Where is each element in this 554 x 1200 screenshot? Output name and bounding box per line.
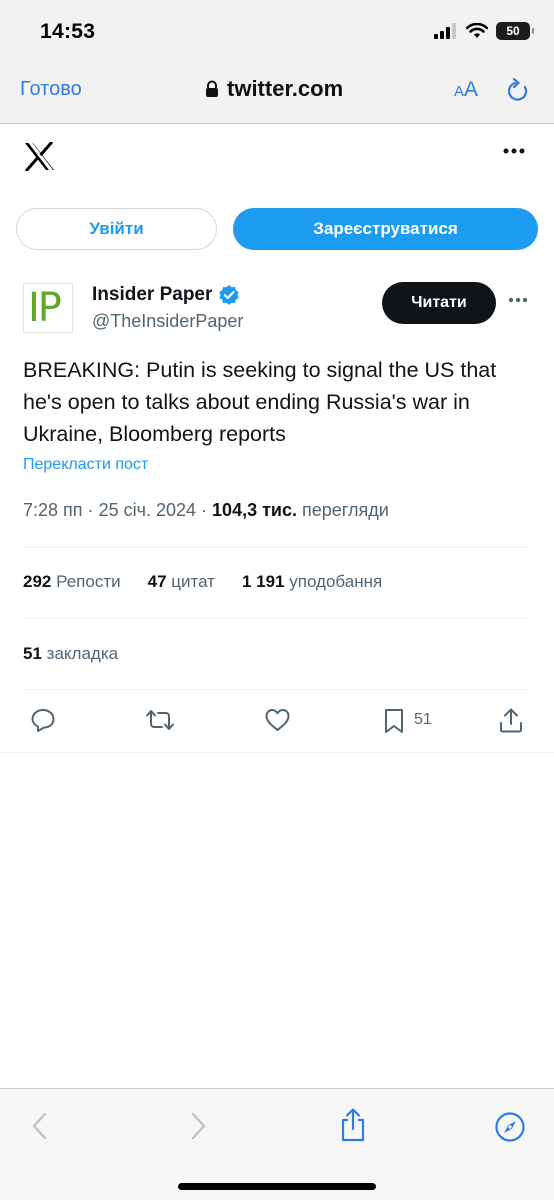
quotes-count: 47 bbox=[147, 572, 167, 591]
reposts-stat[interactable]: 292 Репости bbox=[23, 572, 121, 592]
battery-indicator: 50 bbox=[496, 22, 534, 40]
author-handle[interactable]: @TheInsiderPaper bbox=[92, 311, 243, 332]
likes-stat[interactable]: 1 191 уподобання bbox=[242, 572, 382, 592]
like-icon[interactable] bbox=[264, 707, 291, 733]
forward-icon[interactable] bbox=[188, 1111, 208, 1141]
aa-large: A bbox=[464, 78, 479, 101]
divider bbox=[23, 689, 531, 690]
reposts-label: Репости bbox=[56, 572, 121, 591]
address-bar[interactable]: twitter.com bbox=[205, 76, 343, 102]
engagement-stats: 292 Репости 47 цитат 1 191 уподобання bbox=[23, 572, 382, 592]
bookmarks-label: закладка bbox=[46, 644, 119, 663]
author-name-row[interactable]: Insider Paper bbox=[92, 284, 240, 306]
status-time: 14:53 bbox=[40, 20, 96, 43]
home-indicator bbox=[178, 1183, 376, 1190]
divider bbox=[23, 618, 531, 619]
status-icons: 50 bbox=[434, 22, 534, 40]
status-bar: 14:53 50 bbox=[0, 0, 554, 60]
meta-separator: · bbox=[87, 500, 94, 520]
views-count: 104,3 тис. bbox=[212, 500, 297, 520]
x-logo-icon[interactable] bbox=[24, 142, 55, 171]
lock-icon bbox=[206, 80, 218, 97]
quotes-label: цитат bbox=[171, 572, 215, 591]
bookmarks-stat[interactable]: 51 закладка bbox=[23, 644, 118, 664]
url-text: twitter.com bbox=[227, 76, 344, 101]
aa-small: A bbox=[454, 83, 465, 100]
tweet-meta: 7:28 пп · 25 січ. 2024 · 104,3 тис. пере… bbox=[23, 500, 389, 521]
likes-count: 1 191 bbox=[241, 572, 285, 591]
divider bbox=[0, 752, 554, 753]
reload-icon[interactable] bbox=[506, 78, 530, 104]
quotes-stat[interactable]: 47 цитат bbox=[148, 572, 215, 592]
author-name: Insider Paper bbox=[92, 284, 213, 305]
tweet-time[interactable]: 7:28 пп bbox=[23, 500, 83, 520]
bookmarks-count: 51 bbox=[23, 644, 42, 663]
likes-label: уподобання bbox=[289, 572, 383, 591]
done-button[interactable]: Готово bbox=[20, 78, 82, 101]
meta-separator: · bbox=[201, 500, 208, 520]
signal-icon bbox=[434, 23, 456, 39]
read-button[interactable]: Читати bbox=[382, 282, 496, 324]
share-icon[interactable] bbox=[498, 707, 524, 734]
browser-header: Готово twitter.com AA bbox=[0, 60, 554, 124]
translate-link[interactable]: Перекласти пост bbox=[23, 456, 148, 474]
views-label: перегляди bbox=[302, 500, 389, 520]
verified-badge-icon bbox=[219, 285, 240, 305]
compass-icon[interactable] bbox=[494, 1111, 526, 1143]
tweet-date[interactable]: 25 січ. 2024 bbox=[99, 500, 196, 520]
text-size-button[interactable]: AA bbox=[454, 78, 478, 102]
more-options-icon[interactable] bbox=[503, 148, 525, 154]
avatar-logo: IP bbox=[28, 285, 62, 331]
bookmark-icon[interactable] bbox=[383, 707, 405, 735]
repost-icon[interactable] bbox=[145, 707, 175, 733]
avatar[interactable]: IP bbox=[23, 283, 73, 333]
login-button[interactable]: Увійти bbox=[16, 208, 217, 250]
wifi-icon bbox=[466, 23, 488, 38]
tweet-more-icon[interactable] bbox=[508, 297, 528, 303]
bookmark-count: 51 bbox=[414, 711, 432, 728]
reply-icon[interactable] bbox=[30, 707, 56, 733]
back-icon[interactable] bbox=[30, 1111, 50, 1141]
reposts-count: 292 bbox=[23, 572, 52, 591]
share-sheet-icon[interactable] bbox=[339, 1107, 367, 1143]
tweet-text: BREAKING: Putin is seeking to signal the… bbox=[23, 358, 497, 446]
signup-button[interactable]: Зареєструватися bbox=[233, 208, 538, 250]
divider bbox=[23, 547, 531, 548]
